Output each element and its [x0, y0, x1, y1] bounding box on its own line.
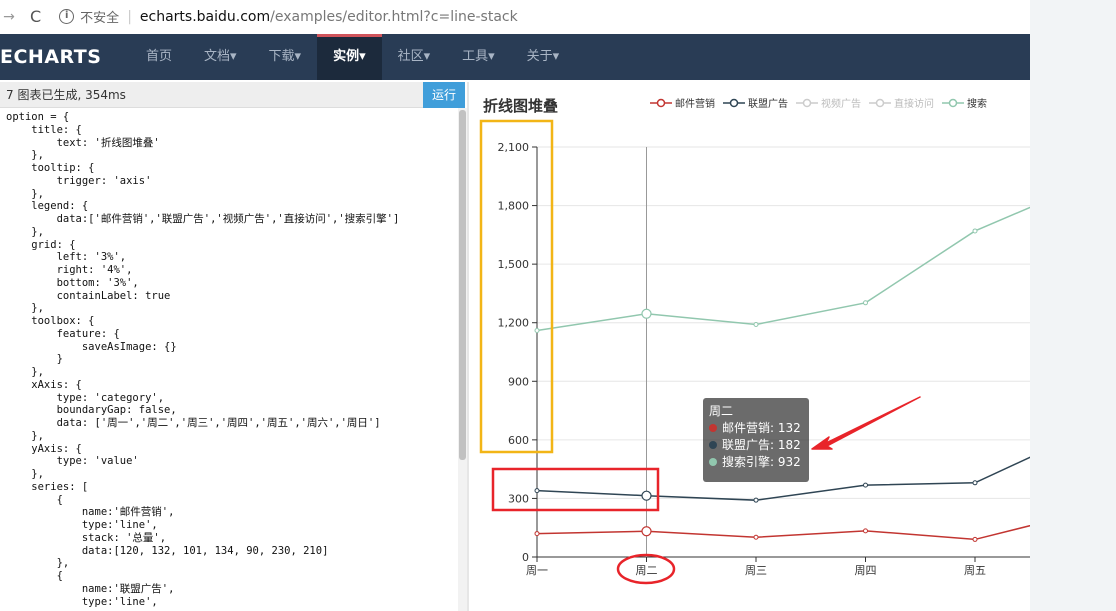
legend-label: 直接访问 — [894, 99, 934, 110]
code-line[interactable]: } — [6, 353, 458, 366]
code-line[interactable]: type: 'category', — [6, 392, 458, 405]
legend-label: 联盟广告 — [748, 99, 788, 110]
code-line[interactable]: }, — [6, 468, 458, 481]
url-separator: | — [127, 8, 132, 25]
editor-status-bar: 7 图表已生成, 354ms — [0, 82, 465, 108]
code-line[interactable]: stack: '总量', — [6, 532, 458, 545]
code-line[interactable]: right: '4%', — [6, 264, 458, 277]
top-nav-bar: ECHARTS 首页 文档▾ 下载▾ 实例▾ 社区▾ 工具▾ 关于▾ — [0, 34, 1030, 80]
legend-marker-icon — [650, 98, 672, 107]
code-line[interactable]: data:['邮件营销','联盟广告','视频广告','直接访问','搜索引擎'… — [6, 213, 458, 226]
tooltip-dot — [709, 424, 717, 432]
code-line[interactable]: series: [ — [6, 481, 458, 494]
code-line[interactable]: bottom: '3%', — [6, 277, 458, 290]
code-editor[interactable]: option = { title: { text: '折线图堆叠' }, too… — [0, 110, 458, 611]
code-line[interactable]: toolbox: { — [6, 315, 458, 328]
code-line[interactable]: grid: { — [6, 239, 458, 252]
code-line[interactable]: yAxis: { — [6, 443, 458, 456]
code-line[interactable]: }, — [6, 557, 458, 570]
url-path: /examples/editor.html?c=line-stack — [270, 8, 518, 25]
tooltip-title: 周二 — [709, 404, 734, 418]
chart-title: 折线图堆叠 — [483, 97, 559, 115]
nav-item-docs[interactable]: 文档▾ — [188, 34, 253, 80]
tooltip-row: 邮件营销: 132 — [709, 420, 803, 437]
nav-item-community[interactable]: 社区▾ — [382, 34, 447, 80]
tooltip-dot — [709, 458, 717, 466]
code-line[interactable]: tooltip: { — [6, 162, 458, 175]
legend-item[interactable]: 搜索 — [942, 95, 987, 110]
code-line[interactable]: }, — [6, 366, 458, 379]
url-host: echarts.baidu.com — [139, 8, 271, 25]
code-line[interactable]: legend: { — [6, 200, 458, 213]
legend-label: 搜索 — [967, 99, 987, 110]
code-line[interactable]: }, — [6, 430, 458, 443]
browser-address-bar: → C i 不安全 | echarts.baidu.com/examples/e… — [0, 0, 1030, 33]
code-line[interactable]: containLabel: true — [6, 290, 458, 303]
nav-item-examples[interactable]: 实例▾ — [317, 34, 382, 80]
forward-icon[interactable]: → — [2, 9, 16, 25]
legend-item[interactable]: 联盟广告 — [723, 95, 788, 110]
right-blank-panel — [1030, 0, 1116, 611]
tooltip-row: 搜索引擎: 932 — [709, 454, 803, 471]
code-line[interactable]: }, — [6, 188, 458, 201]
code-line[interactable]: option = { — [6, 111, 458, 124]
nav-item-tools[interactable]: 工具▾ — [446, 34, 511, 80]
nav-item-about[interactable]: 关于▾ — [511, 34, 576, 80]
code-line[interactable]: title: { — [6, 124, 458, 137]
info-icon[interactable]: i — [59, 9, 75, 24]
code-line[interactable]: text: '折线图堆叠' — [6, 137, 458, 150]
code-line[interactable]: }, — [6, 302, 458, 315]
echarts-logo[interactable]: ECHARTS — [0, 46, 130, 68]
legend-item[interactable]: 直接访问 — [869, 95, 934, 110]
chart-tooltip: 周二 邮件营销: 132 联盟广告: 182 搜索引擎: 932 — [703, 398, 809, 482]
code-line[interactable]: type:'line', — [6, 519, 458, 532]
legend-label: 视频广告 — [821, 99, 861, 110]
code-line[interactable]: boundaryGap: false, — [6, 404, 458, 417]
chart-legend: 邮件营销 联盟广告 视频广告 直接访问 搜索 — [650, 95, 1030, 111]
editor-scrollbar-thumb[interactable] — [459, 110, 466, 460]
tooltip-row: 联盟广告: 182 — [709, 437, 803, 454]
nav-item-home[interactable]: 首页 — [130, 34, 188, 80]
code-line[interactable]: saveAsImage: {} — [6, 341, 458, 354]
chart-panel — [469, 82, 1030, 611]
nav-item-download[interactable]: 下载▾ — [253, 34, 318, 80]
legend-marker-icon — [869, 98, 891, 107]
tooltip-dot — [709, 441, 717, 449]
code-line[interactable]: name:'邮件营销', — [6, 506, 458, 519]
code-line[interactable]: type:'line', — [6, 596, 458, 609]
legend-marker-icon — [723, 98, 745, 107]
run-button[interactable]: 运行 — [423, 82, 465, 108]
code-line[interactable]: }, — [6, 226, 458, 239]
insecure-label[interactable]: 不安全 — [80, 7, 119, 26]
url-field[interactable]: echarts.baidu.com/examples/editor.html?c… — [140, 9, 518, 25]
legend-item[interactable]: 邮件营销 — [650, 95, 715, 110]
code-line[interactable]: xAxis: { — [6, 379, 458, 392]
code-line[interactable]: { — [6, 494, 458, 507]
code-line[interactable]: trigger: 'axis' — [6, 175, 458, 188]
code-line[interactable]: feature: { — [6, 328, 458, 341]
code-line[interactable]: data:[120, 132, 101, 134, 90, 230, 210] — [6, 545, 458, 558]
code-line[interactable]: name:'联盟广告', — [6, 583, 458, 596]
tooltip-row-label: 搜索引擎: 932 — [722, 455, 801, 469]
reload-icon[interactable]: C — [30, 7, 41, 26]
code-line[interactable]: data: ['周一','周二','周三','周四','周五','周六','周日… — [6, 417, 458, 430]
tooltip-row-label: 邮件营销: 132 — [722, 421, 801, 435]
code-line[interactable]: }, — [6, 149, 458, 162]
legend-label: 邮件营销 — [675, 99, 715, 110]
legend-marker-icon — [796, 98, 818, 107]
tooltip-row-label: 联盟广告: 182 — [722, 438, 801, 452]
code-line[interactable]: left: '3%', — [6, 251, 458, 264]
legend-item[interactable]: 视频广告 — [796, 95, 861, 110]
code-line[interactable]: type: 'value' — [6, 455, 458, 468]
legend-marker-icon — [942, 98, 964, 107]
code-line[interactable]: { — [6, 570, 458, 583]
